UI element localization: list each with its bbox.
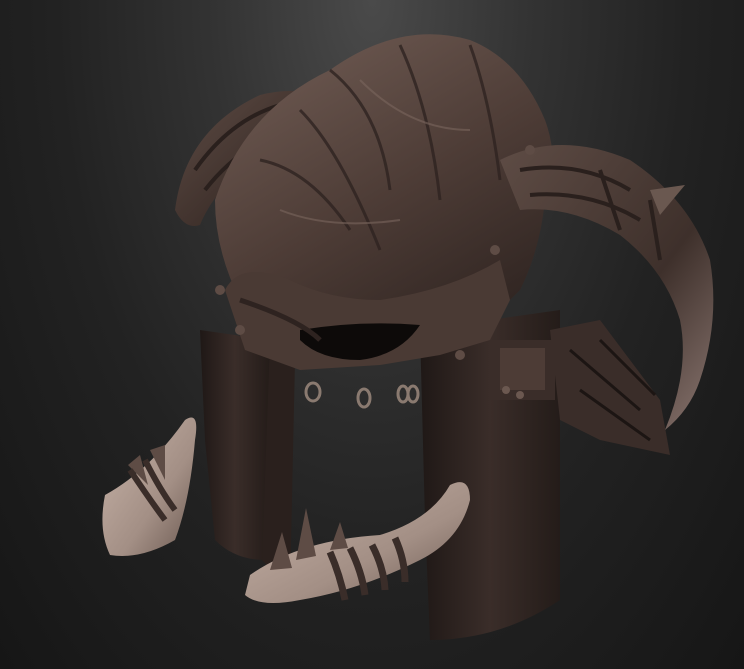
viewport-canvas	[0, 0, 744, 669]
metal-rings	[304, 381, 420, 409]
side-strap	[490, 340, 555, 400]
left-bone-tusk	[102, 417, 197, 556]
helmet-render	[102, 34, 714, 640]
